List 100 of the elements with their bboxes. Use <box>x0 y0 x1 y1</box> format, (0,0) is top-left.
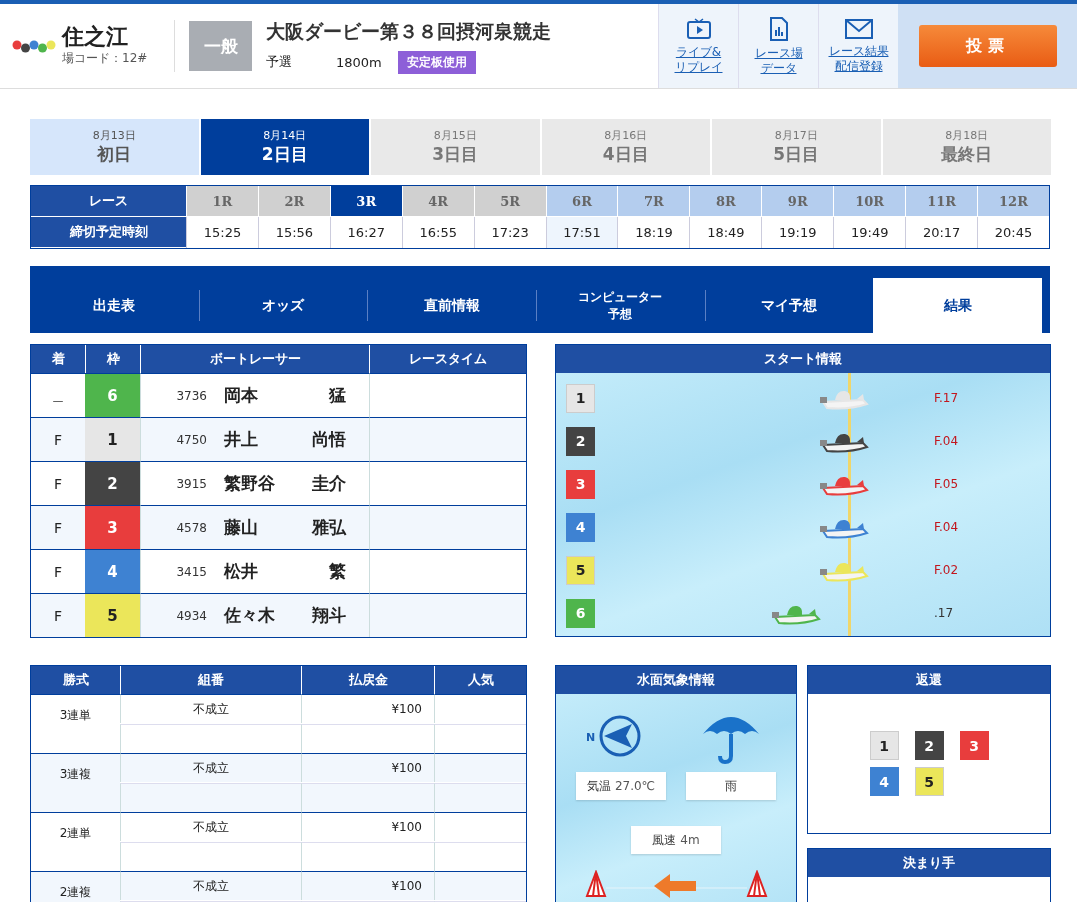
payout-amount: ¥100 <box>301 812 434 841</box>
start-timing: .17 <box>934 606 954 620</box>
lane-number: 4 <box>85 549 140 593</box>
column-header: 人気 <box>434 666 526 694</box>
lane-number: 2 <box>914 731 944 760</box>
race-tab[interactable]: 2R <box>257 186 330 216</box>
bet-type: 2連複 <box>31 871 120 902</box>
racer-family-name[interactable]: 佐々木 <box>224 604 308 627</box>
racer-family-name[interactable]: 繁野谷 <box>224 472 308 495</box>
lane-number: 1 <box>85 417 140 461</box>
nav-tab[interactable]: 結果 <box>873 278 1043 333</box>
grade-label: 一般 <box>189 21 252 71</box>
race-type: 予選 <box>266 53 293 71</box>
race-tab[interactable]: 12R <box>977 186 1049 216</box>
racer-family-name[interactable]: 藤山 <box>224 516 308 539</box>
racer-family-name[interactable]: 松井 <box>224 560 308 583</box>
nav-tab[interactable]: コンピューター 予想 <box>536 278 705 333</box>
wind-speed-value: 4m <box>680 833 700 847</box>
race-tab[interactable]: 4R <box>401 186 474 216</box>
racer-number: 4578 <box>175 520 207 535</box>
header-link[interactable]: レース場 データ <box>738 4 818 88</box>
start-timing: F.04 <box>934 434 959 448</box>
venue-code: 場コード：12# <box>62 49 148 67</box>
finish-place: F <box>31 593 85 637</box>
day-tab[interactable]: 8月18日 最終日 <box>882 119 1051 175</box>
mail-icon <box>844 18 873 39</box>
racer-number: 4750 <box>175 432 207 447</box>
day-tab[interactable]: 8月14日 2日目 <box>200 119 369 175</box>
racer-family-name[interactable]: 井上 <box>224 428 308 451</box>
payout-amount: ¥100 <box>301 871 434 900</box>
payout-amount: ¥100 <box>301 753 434 782</box>
column-header: 枠 <box>85 345 140 373</box>
compass-label: N <box>586 731 596 744</box>
wind-speed-label: 風速 <box>652 831 677 849</box>
start-timing: F.02 <box>934 563 959 577</box>
lane-number: 3 <box>85 505 140 549</box>
day-tab[interactable]: 8月15日 3日目 <box>371 119 540 175</box>
day-tab[interactable]: 8月13日 初日 <box>30 119 199 175</box>
race-tab[interactable]: 10R <box>833 186 906 216</box>
column-header: 組番 <box>120 666 301 694</box>
race-tab[interactable]: 6R <box>545 186 618 216</box>
column-header: ボートレーサー <box>140 345 369 373</box>
bet-type: 3連複 <box>31 753 120 812</box>
combination: 不成立 <box>120 694 301 723</box>
payout-amount: ¥100 <box>301 694 434 723</box>
race-tab[interactable]: 9R <box>761 186 834 216</box>
day-tab[interactable]: 8月16日 4日目 <box>541 119 710 175</box>
weather-condition: 雨 <box>725 777 737 795</box>
deadline-time: 17:51 <box>545 217 618 248</box>
panel-title: 決まり手 <box>808 849 1050 877</box>
column-header: 勝式 <box>31 666 120 694</box>
finish-place: F <box>31 417 85 461</box>
lane-number: 3 <box>959 731 989 760</box>
header-link[interactable]: レース結果 配信登録 <box>818 4 898 88</box>
column-header: 着 <box>31 345 85 373</box>
lane-number: 1 <box>566 383 595 413</box>
lane-number: 4 <box>566 512 595 542</box>
race-tab[interactable]: 8R <box>689 186 762 216</box>
lane-number: 2 <box>566 426 595 456</box>
race-distance: 1800m <box>336 54 383 70</box>
panel-title: 返還 <box>808 666 1050 694</box>
nav-tab[interactable]: マイ予想 <box>704 278 874 333</box>
lane-number: 4 <box>869 767 899 796</box>
wind-compass-icon <box>599 715 641 757</box>
combination: 不成立 <box>120 753 301 782</box>
lane-number: 5 <box>914 767 944 796</box>
race-tab[interactable]: 3R <box>329 186 402 216</box>
tv-icon <box>686 17 711 40</box>
race-tab[interactable]: 1R <box>186 186 258 216</box>
day-tab[interactable]: 8月17日 5日目 <box>712 119 881 175</box>
start-timing: F.17 <box>934 391 959 405</box>
race-tab[interactable]: 11R <box>905 186 978 216</box>
racer-given-name[interactable]: 雅弘 <box>308 516 346 539</box>
temperature-value: 27.0℃ <box>614 779 656 793</box>
racer-number: 3915 <box>175 476 207 491</box>
racer-given-name[interactable]: 繁 <box>308 560 346 583</box>
venue-name: 住之江 <box>62 25 129 50</box>
panel-title: スタート情報 <box>556 345 1050 373</box>
chart-document-icon <box>768 16 789 41</box>
lane-number: 2 <box>85 461 140 505</box>
racer-given-name[interactable]: 圭介 <box>308 472 346 495</box>
nav-tab[interactable]: 直前情報 <box>367 278 536 333</box>
row-header: レース <box>31 186 186 217</box>
lane-number: 6 <box>566 598 595 628</box>
racer-given-name[interactable]: 尚悟 <box>308 428 346 451</box>
racer-given-name[interactable]: 翔斗 <box>308 604 346 627</box>
nav-tab[interactable]: 出走表 <box>30 278 199 333</box>
start-timing: F.05 <box>934 477 959 491</box>
nav-tab[interactable]: オッズ <box>198 278 368 333</box>
row-header: 締切予定時刻 <box>31 217 186 247</box>
race-tab[interactable]: 5R <box>473 186 546 216</box>
combination: 不成立 <box>120 871 301 900</box>
combination: 不成立 <box>120 812 301 841</box>
lane-number: 5 <box>85 593 140 637</box>
column-header: 払戻金 <box>301 666 434 694</box>
racer-family-name[interactable]: 岡本 <box>224 384 308 407</box>
column-header: レースタイム <box>369 345 526 373</box>
racer-number: 4934 <box>175 608 207 623</box>
racer-given-name[interactable]: 猛 <box>308 384 346 407</box>
race-tab[interactable]: 7R <box>617 186 690 216</box>
